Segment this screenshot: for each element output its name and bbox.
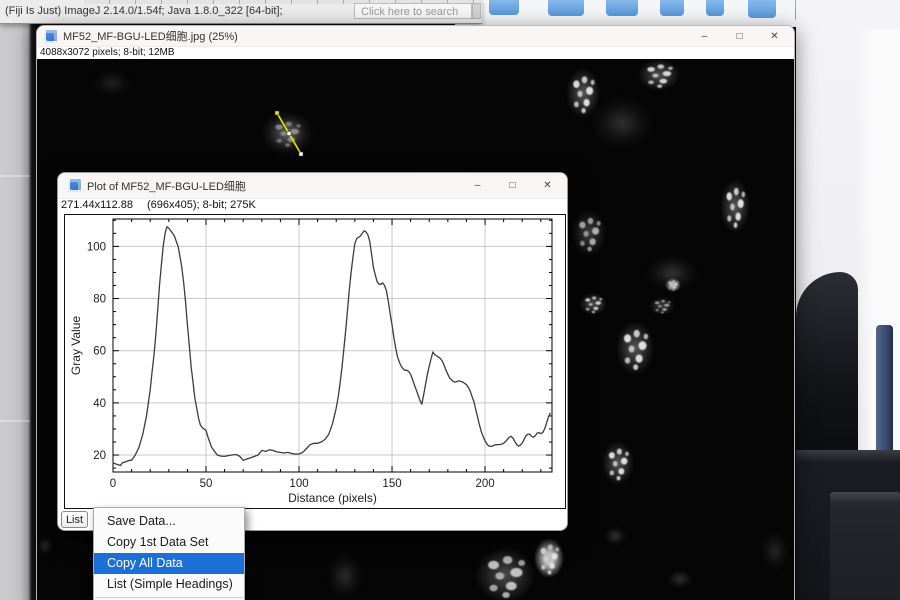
x-tick-label: 100: [289, 478, 308, 490]
selection-handle: [275, 111, 279, 115]
list-button[interactable]: List: [61, 511, 88, 528]
wall-seam: [0, 420, 30, 422]
menu-item-list-simple-headings[interactable]: List (Simple Headings): [94, 574, 244, 595]
x-tick-label: 50: [200, 478, 213, 490]
minimize-icon[interactable]: –: [687, 26, 722, 46]
plot-window: Plot of MF52_MF-BGU-LED细胞 – □ ✕ 271.44x1…: [57, 172, 568, 531]
logo-letter-fragment: [660, 0, 684, 16]
plot-cursor-coords: 271.44x112.88: [61, 199, 133, 211]
x-axis-label: Distance (pixels): [288, 491, 377, 505]
plot-window-title: Plot of MF52_MF-BGU-LED细胞: [87, 178, 246, 194]
search-side-button[interactable]: [472, 3, 481, 19]
y-tick-label: 40: [93, 398, 106, 410]
close-icon[interactable]: ✕: [530, 173, 565, 198]
fiji-status-text: (Fiji Is Just) ImageJ 2.14.0/1.54f; Java…: [5, 5, 283, 17]
logo-letter-fragment: [548, 0, 584, 16]
plot-image-info: (696x405); 8-bit; 275K: [147, 199, 256, 211]
plot-canvas[interactable]: 05010015020020406080100Distance (pixels)…: [64, 214, 566, 509]
y-tick-label: 20: [93, 450, 106, 462]
photo-wall-left: [0, 0, 36, 600]
y-tick-label: 100: [87, 241, 106, 253]
search-placeholder: Click here to search: [361, 6, 458, 18]
fiji-main-window: (Fiji Is Just) ImageJ 2.14.0/1.54f; Java…: [0, 0, 482, 24]
logo-letter-fragment: [606, 0, 638, 16]
plot-list-context-menu: Save Data...Copy 1st Data SetCopy All Da…: [93, 507, 245, 600]
dark-object: [796, 272, 858, 467]
photo-right: [796, 0, 900, 600]
y-tick-label: 80: [93, 294, 106, 306]
y-axis-label: Gray Value: [69, 316, 83, 375]
imagej-icon: [68, 179, 81, 192]
image-window-title: MF52_MF-BGU-LED细胞.jpg (25%): [63, 28, 238, 44]
minimize-icon[interactable]: –: [460, 173, 495, 198]
plot-status: 271.44x112.88 (696x405); 8-bit; 275K: [58, 199, 567, 213]
imagej-icon: [44, 30, 57, 43]
image-window-titlebar[interactable]: MF52_MF-BGU-LED细胞.jpg (25%) – □ ✕: [37, 26, 794, 47]
desk-panel: [830, 492, 900, 600]
x-tick-label: 200: [475, 478, 494, 490]
menu-item-copy-1st-data-set[interactable]: Copy 1st Data Set: [94, 532, 244, 553]
x-tick-label: 150: [382, 478, 401, 490]
wall-seam: [0, 175, 30, 177]
plot-window-titlebar[interactable]: Plot of MF52_MF-BGU-LED细胞 – □ ✕: [58, 173, 567, 199]
maximize-icon[interactable]: □: [722, 26, 757, 46]
menu-item-copy-all-data[interactable]: Copy All Data: [94, 553, 244, 574]
logo-letter-fragment: [489, 0, 519, 15]
maximize-icon[interactable]: □: [495, 173, 530, 198]
close-icon[interactable]: ✕: [757, 26, 792, 46]
logo-letter-fragment: [748, 0, 776, 18]
menu-separator: [95, 597, 243, 598]
screen: (Fiji Is Just) ImageJ 2.14.0/1.54f; Java…: [0, 0, 900, 600]
x-tick-label: 0: [110, 478, 116, 490]
selection-handle: [287, 132, 291, 136]
selection-handle: [299, 152, 303, 156]
profile-plot: 05010015020020406080100Distance (pixels)…: [65, 215, 565, 508]
search-input[interactable]: Click here to search: [354, 3, 472, 19]
menu-item-save-data[interactable]: Save Data...: [94, 511, 244, 532]
y-tick-label: 60: [93, 346, 106, 358]
logo-letter-fragment: [706, 0, 724, 16]
